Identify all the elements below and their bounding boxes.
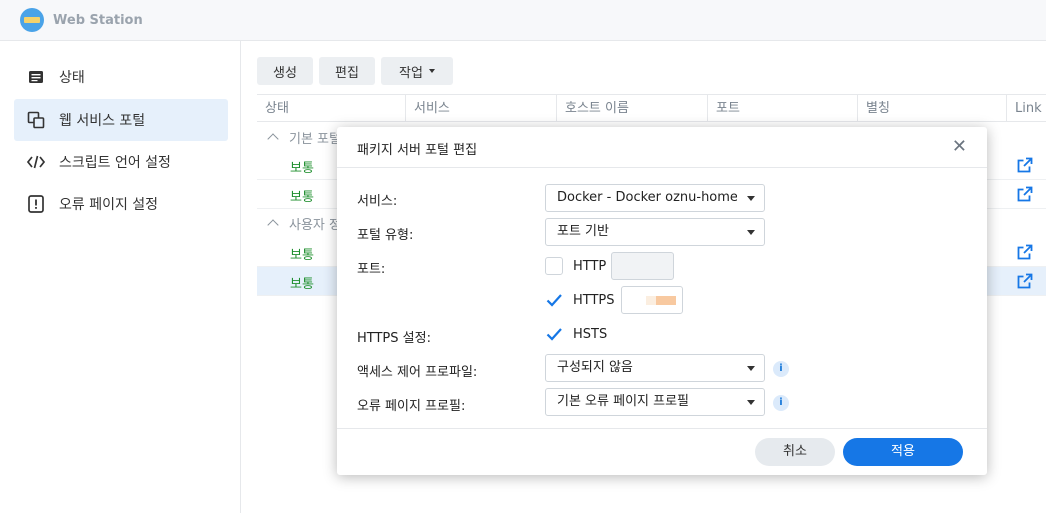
status-label: 보통	[290, 190, 314, 205]
edit-portal-dialog: 패키지 서버 포털 편집 ✕ 서비스: Docker - Docker oznu…	[337, 127, 987, 475]
https-checkbox[interactable]	[545, 291, 563, 309]
column-header-service[interactable]: 서비스	[405, 95, 556, 122]
sidebar-item-label: 웹 서비스 포털	[59, 113, 146, 129]
dialog-footer-divider	[337, 428, 987, 429]
dropdown-arrow-icon	[747, 400, 755, 405]
create-button[interactable]: 생성	[257, 57, 313, 85]
port-label: 포트:	[357, 262, 386, 277]
table-header: 상태 서비스 호스트 이름 포트 별칭 Link	[257, 94, 1046, 122]
external-link-icon[interactable]	[1017, 244, 1033, 260]
chevron-up-icon	[267, 133, 279, 145]
service-select-value: Docker - Docker oznu-home	[557, 190, 737, 205]
sidebar-item-label: 스크립트 언어 설정	[59, 155, 171, 171]
http-checkbox[interactable]	[545, 257, 563, 275]
dropdown-arrow-icon	[747, 230, 755, 235]
http-port-input[interactable]	[611, 252, 674, 280]
dropdown-arrow-icon	[747, 366, 755, 371]
action-dropdown-button[interactable]: 작업	[381, 57, 453, 85]
app-title: Web Station	[53, 12, 143, 28]
portal-type-select-value: 포트 기반	[557, 224, 609, 239]
redacted-port-value-faint	[646, 296, 656, 305]
https-checkbox-label: HTTPS	[573, 293, 615, 308]
error-profile-select-value: 기본 오류 페이지 프로필	[557, 394, 689, 409]
access-profile-select-value: 구성되지 않음	[557, 360, 633, 375]
https-settings-label: HTTPS 설정:	[357, 331, 431, 346]
status-label: 보통	[290, 161, 314, 176]
sidebar-item-status[interactable]: 상태	[14, 56, 228, 98]
column-header-alias[interactable]: 별칭	[857, 95, 1006, 122]
column-header-port[interactable]: 포트	[707, 95, 857, 122]
info-icon[interactable]: i	[773, 361, 789, 377]
status-label: 보통	[290, 248, 314, 263]
chevron-up-icon	[267, 219, 279, 231]
code-icon	[27, 153, 45, 171]
portal-type-label: 포털 유형:	[357, 228, 414, 243]
service-label: 서비스:	[357, 194, 398, 209]
sidebar-item-script-language[interactable]: 스크립트 언어 설정	[14, 141, 228, 183]
https-port-input[interactable]	[621, 286, 683, 314]
column-header-hostname[interactable]: 호스트 이름	[556, 95, 707, 122]
external-link-icon[interactable]	[1017, 157, 1033, 173]
dialog-header: 패키지 서버 포털 편집 ✕	[337, 127, 987, 168]
group-label: 기본 포털	[289, 131, 341, 147]
dialog-title: 패키지 서버 포털 편집	[357, 143, 478, 158]
error-profile-select[interactable]: 기본 오류 페이지 프로필	[545, 388, 765, 416]
cancel-button[interactable]: 취소	[755, 438, 835, 466]
sidebar-item-label: 오류 페이지 설정	[59, 197, 159, 213]
access-profile-label: 액세스 제어 프로파일:	[357, 365, 478, 380]
sidebar: 상태 웹 서비스 포털 스크립트 언어 설정 오류 페이지 설정	[0, 41, 241, 513]
status-label: 보통	[290, 277, 314, 292]
redacted-port-value	[656, 296, 676, 305]
external-link-icon[interactable]	[1017, 273, 1033, 289]
error-profile-label: 오류 페이지 프로필:	[357, 399, 466, 414]
sidebar-item-error-page[interactable]: 오류 페이지 설정	[14, 183, 228, 225]
close-icon[interactable]: ✕	[952, 137, 967, 157]
dropdown-arrow-icon	[747, 196, 755, 201]
column-header-link[interactable]: Link	[1006, 95, 1046, 122]
sidebar-item-label: 상태	[59, 70, 85, 86]
alert-icon	[27, 195, 45, 213]
caret-down-icon	[428, 69, 435, 73]
access-profile-select[interactable]: 구성되지 않음	[545, 354, 765, 382]
apply-button[interactable]: 적용	[843, 438, 963, 466]
http-checkbox-label: HTTP	[573, 259, 607, 274]
portal-type-select[interactable]: 포트 기반	[545, 218, 765, 246]
title-bar: Web Station	[0, 0, 1046, 41]
sidebar-item-web-service-portal[interactable]: 웹 서비스 포털	[14, 99, 228, 141]
hsts-checkbox-label: HSTS	[573, 327, 608, 342]
action-button-label: 작업	[399, 65, 423, 81]
info-icon[interactable]: i	[773, 395, 789, 411]
edit-button[interactable]: 편집	[319, 57, 375, 85]
hsts-checkbox[interactable]	[545, 325, 563, 343]
external-link-icon[interactable]	[1017, 186, 1033, 202]
column-header-status[interactable]: 상태	[257, 95, 405, 122]
group-label: 사용자 정	[289, 217, 341, 233]
checkmark-icon	[546, 328, 562, 341]
web-station-logo-icon	[20, 8, 44, 32]
portal-windows-icon	[27, 111, 45, 129]
status-list-icon	[27, 68, 45, 86]
service-select[interactable]: Docker - Docker oznu-home	[545, 184, 765, 212]
checkmark-icon	[546, 294, 562, 307]
